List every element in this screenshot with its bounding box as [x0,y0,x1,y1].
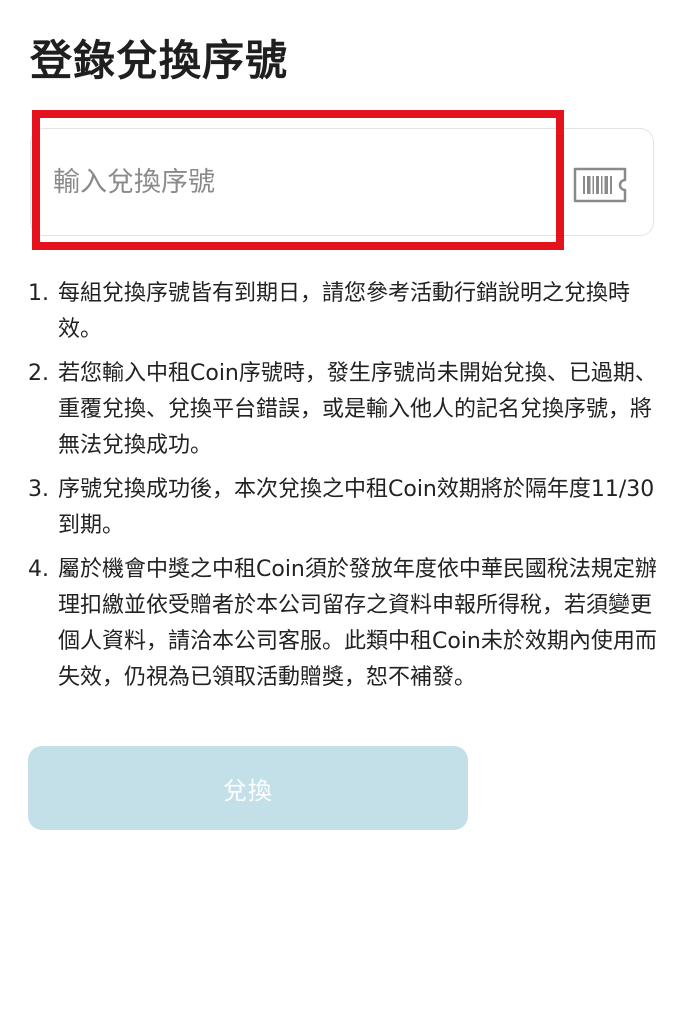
note-text: 每組兌換序號皆有到期日，請您參考活動行銷說明之兌換時效。 [58,281,631,342]
barcode-ticket-icon[interactable] [572,166,628,204]
list-item: 1. 每組兌換序號皆有到期日，請您參考活動行銷說明之兌換時效。 [28,276,660,348]
list-item: 2. 若您輸入中租Coin序號時，發生序號尚未開始兌換、已過期、重覆兌換、兌換平… [28,356,660,464]
note-number: 3. [28,477,49,502]
serial-input-container[interactable] [30,128,654,236]
redeem-button[interactable]: 兌換 [28,746,468,830]
page-title: 登錄兌換序號 [30,36,289,85]
list-item: 4. 屬於機會中獎之中租Coin須於發放年度依中華民國稅法規定辦理扣繳並依受贈者… [28,552,660,696]
note-number: 2. [28,361,49,386]
notes-list: 1. 每組兌換序號皆有到期日，請您參考活動行銷說明之兌換時效。 2. 若您輸入中… [28,276,660,704]
list-item: 3. 序號兌換成功後，本次兌換之中租Coin效期將於隔年度11/30到期。 [28,472,660,544]
note-text: 屬於機會中獎之中租Coin須於發放年度依中華民國稅法規定辦理扣繳並依受贈者於本公… [58,557,657,690]
note-number: 4. [28,557,49,582]
serial-number-input[interactable] [53,155,523,209]
note-text: 序號兌換成功後，本次兌換之中租Coin效期將於隔年度11/30到期。 [58,477,655,538]
note-number: 1. [28,281,49,306]
note-text: 若您輸入中租Coin序號時，發生序號尚未開始兌換、已過期、重覆兌換、兌換平台錯誤… [58,361,657,458]
